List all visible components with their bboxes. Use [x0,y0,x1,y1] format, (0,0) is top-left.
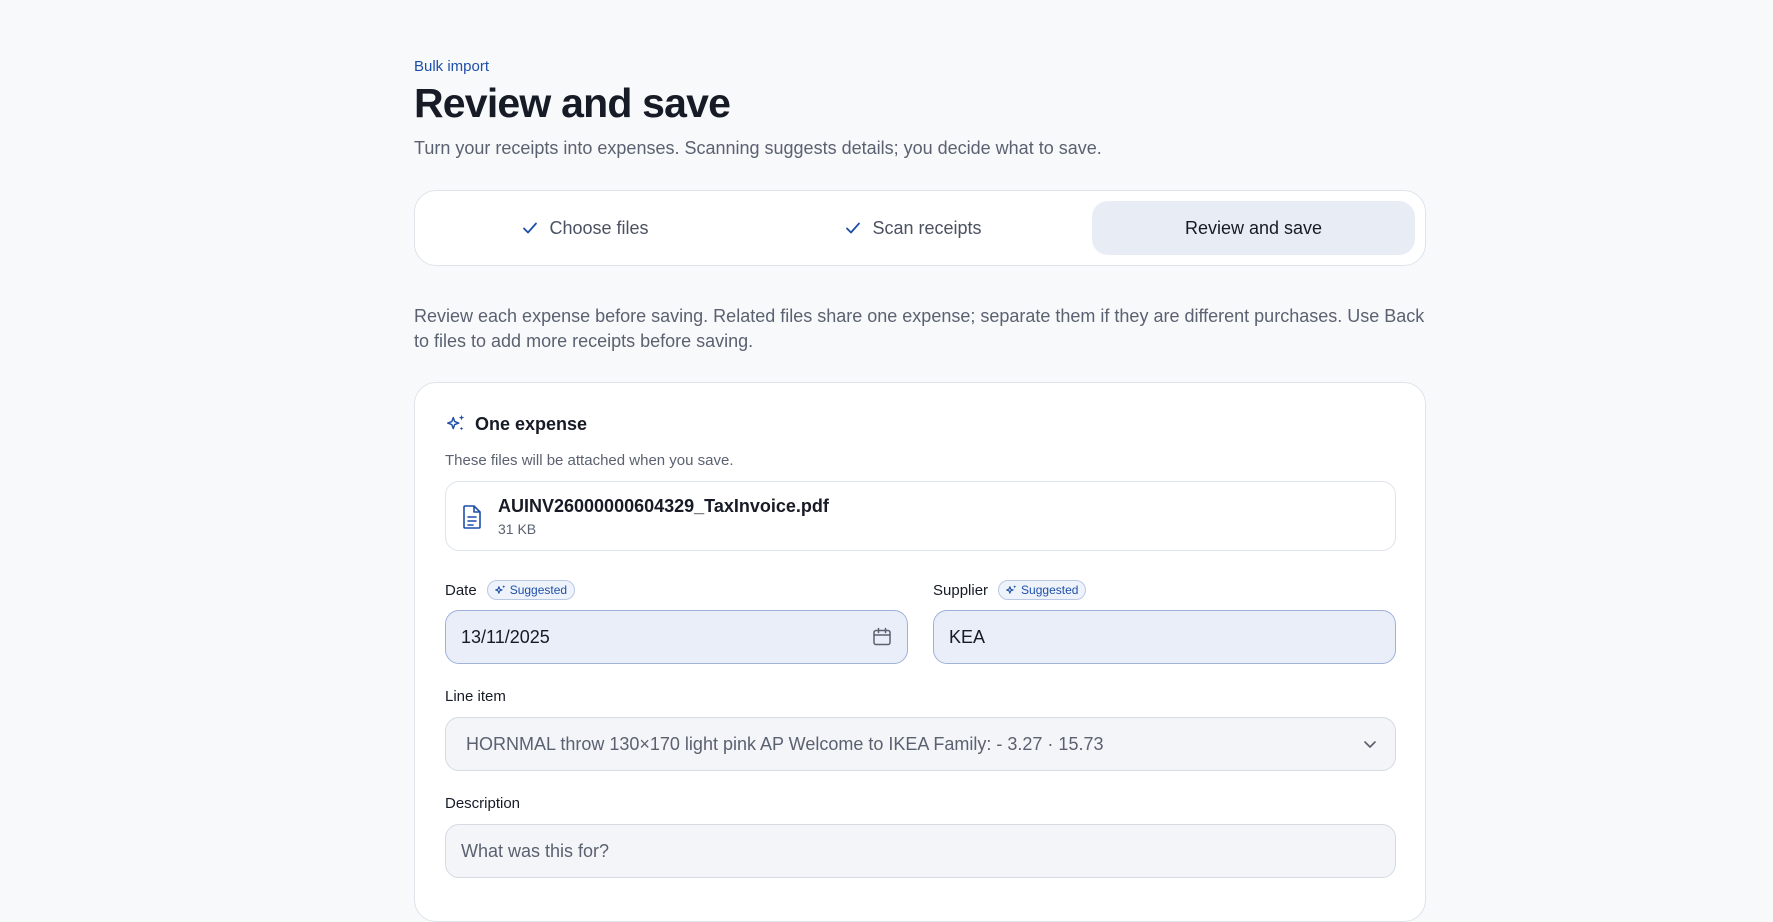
supplier-label: Supplier Suggested [933,580,1087,600]
line-item-value: HORNMAL throw 130×170 light pink AP Welc… [466,733,1104,754]
expense-title: One expense [475,413,588,434]
file-name: AUINV26000000604329_TaxInvoice.pdf [498,496,829,516]
sparkles-icon [494,584,506,594]
check-icon [523,222,538,234]
file-size: 31 KB [498,521,537,537]
date-value: 13/11/2025 [461,626,550,647]
progress-stepper: Choose files Scan receipts Review and sa… [414,190,1426,266]
attached-file[interactable]: AUINV26000000604329_TaxInvoice.pdf 31 KB [445,481,1396,551]
supplier-label-text: Supplier [933,581,989,599]
sparkles-icon [447,414,465,431]
badge-label: Suggested [1021,583,1079,597]
date-label: Date Suggested [445,580,576,600]
step-scan-receipts[interactable]: Scan receipts [751,201,1075,255]
step-label: Review and save [1184,217,1323,238]
page-subtitle: Turn your receipts into expenses. Scanni… [414,138,1102,158]
line-item-label: Line item [445,688,506,705]
expense-card: One expense These files will be attached… [414,382,1426,922]
description-placeholder: What was this for? [461,840,610,861]
date-field[interactable]: 13/11/2025 [445,610,908,664]
step-label: Choose files [549,217,649,238]
expense-card-header: One expense [445,413,587,435]
breadcrumb[interactable]: Bulk import [414,58,489,75]
supplier-field[interactable]: KEA [933,610,1396,664]
page-title: Review and save [414,80,731,126]
date-label-text: Date [445,581,477,599]
description-input[interactable]: What was this for? [445,824,1396,878]
step-label: Scan receipts [872,217,982,238]
suggested-badge: Suggested [486,580,576,600]
expense-subtitle: These files will be attached when you sa… [445,452,734,469]
step-choose-files[interactable]: Choose files [423,201,747,255]
line-item-select[interactable]: HORNMAL throw 130×170 light pink AP Welc… [445,717,1396,771]
document-icon [463,505,481,529]
calendar-icon[interactable] [871,626,893,648]
supplier-value: KEA [949,626,986,647]
description-label: Description [445,795,521,812]
step-review-and-save[interactable]: Review and save [1092,201,1415,255]
chevron-down-icon [1364,741,1376,748]
suggested-badge: Suggested [998,580,1087,600]
check-icon [846,222,861,234]
sparkles-icon [1006,584,1017,594]
badge-label: Suggested [509,583,568,597]
instructions: Review each expense before saving. Relat… [414,306,1425,351]
